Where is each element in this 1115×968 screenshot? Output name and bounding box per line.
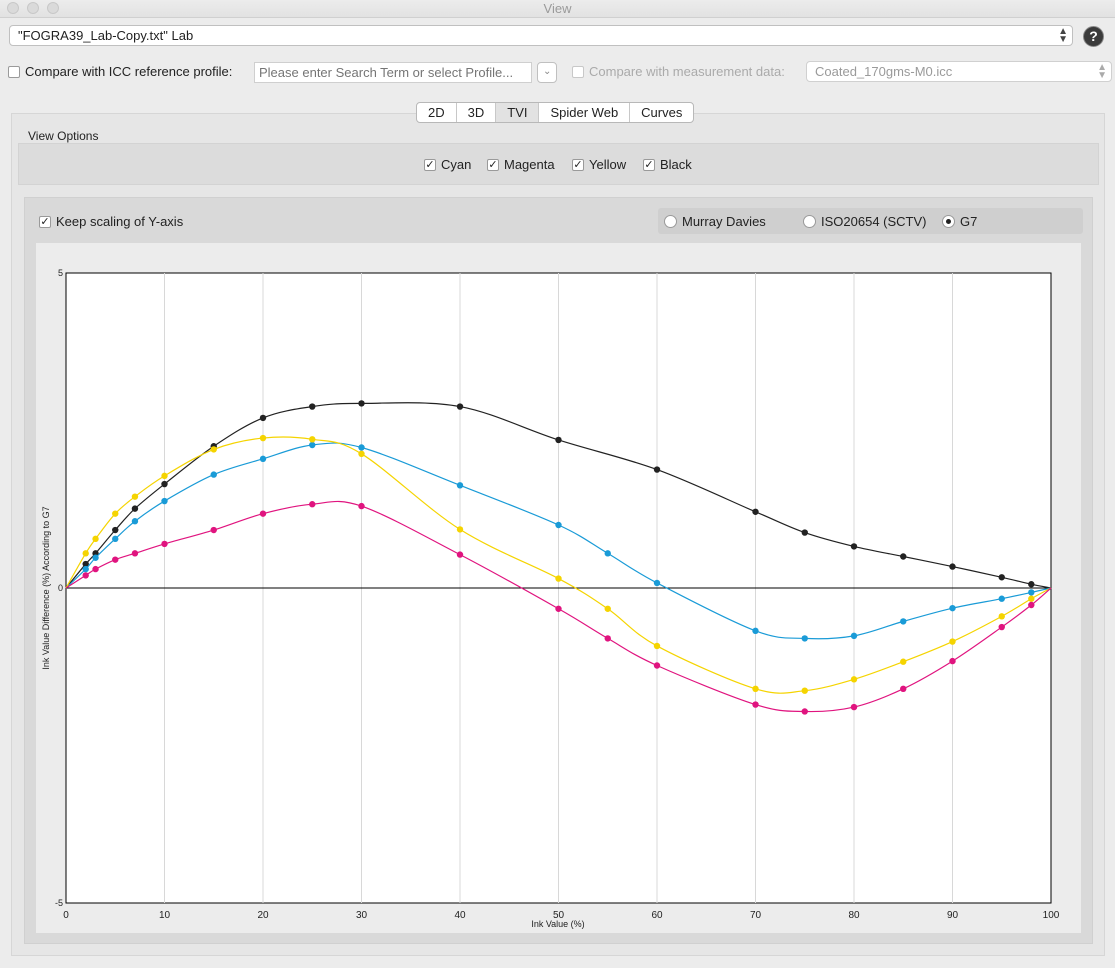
x-tick-label: 90	[947, 910, 959, 921]
black-point	[801, 529, 808, 536]
black-point	[555, 436, 562, 444]
cyan-point	[801, 635, 808, 642]
black-point	[949, 563, 956, 570]
cyan-point	[358, 444, 365, 451]
x-tick-label: 20	[257, 910, 269, 921]
yellow-point	[259, 434, 267, 442]
yellow-point	[850, 676, 858, 683]
yellow-point	[801, 687, 808, 694]
yellow-point	[1028, 595, 1035, 602]
cyan-point	[112, 535, 119, 543]
x-tick-label: 40	[454, 910, 466, 921]
x-tick-label: 30	[356, 910, 368, 921]
magenta-point	[900, 685, 907, 692]
yellow-point	[358, 450, 365, 458]
magenta-point	[92, 565, 99, 573]
magenta-point	[161, 540, 168, 548]
yellow-point	[112, 510, 119, 517]
cyan-point	[309, 441, 316, 449]
tvi-chart: 0 10 20 30 40 50 60 70 80 90 100 -505 Ink Value (%…	[41, 268, 1060, 929]
black-point	[456, 403, 464, 410]
magenta-point	[998, 623, 1005, 631]
yellow-point	[456, 526, 464, 533]
cyan-point	[210, 471, 217, 478]
x-tick-label: 10	[159, 910, 171, 921]
magenta-point	[1028, 601, 1035, 609]
black-point	[1028, 581, 1035, 588]
y-axis-label: Ink Value Difference (%) According to G7	[41, 506, 51, 669]
cyan-point	[949, 604, 956, 612]
magenta-point	[456, 551, 464, 558]
black-point	[358, 400, 365, 407]
cyan-point	[131, 518, 139, 525]
black-point	[752, 508, 759, 515]
cyan-point	[92, 554, 99, 561]
black-point	[850, 543, 858, 550]
black-point	[112, 526, 119, 534]
magenta-point	[82, 572, 89, 579]
cyan-point	[604, 550, 611, 557]
black-point	[900, 553, 907, 560]
x-tick-label: 0	[63, 910, 69, 921]
black-point	[653, 466, 661, 473]
yellow-point	[92, 535, 99, 543]
cyan-point	[998, 595, 1005, 602]
cyan-point	[653, 579, 661, 587]
black-point	[998, 574, 1005, 581]
black-point	[309, 403, 316, 410]
magenta-point	[358, 502, 365, 510]
yellow-point	[752, 685, 759, 692]
x-tick-label: 80	[848, 910, 860, 921]
magenta-point	[653, 662, 661, 669]
y-tick-label: 0	[58, 583, 63, 593]
magenta-point	[949, 657, 956, 665]
x-axis-label: Ink Value (%)	[531, 919, 584, 929]
cyan-point	[259, 455, 267, 463]
cyan-point	[555, 521, 562, 529]
yellow-point	[555, 575, 562, 582]
magenta-point	[752, 701, 759, 708]
cyan-point	[752, 627, 759, 635]
black-point	[259, 414, 267, 422]
cyan-point	[1028, 589, 1035, 596]
magenta-point	[131, 550, 139, 557]
yellow-point	[82, 550, 89, 557]
x-tick-label: 70	[750, 910, 762, 921]
y-tick-label: 5	[58, 268, 63, 278]
yellow-point	[131, 493, 139, 500]
magenta-point	[801, 708, 808, 715]
magenta-point	[850, 703, 858, 711]
magenta-point	[604, 635, 611, 642]
yellow-point	[653, 642, 661, 650]
x-tick-label: 60	[651, 910, 663, 921]
magenta-point	[555, 605, 562, 612]
yellow-point	[604, 605, 611, 612]
yellow-point	[309, 436, 316, 443]
cyan-point	[161, 497, 168, 505]
cyan-point	[82, 565, 89, 573]
x-tick-label: 100	[1043, 910, 1060, 921]
yellow-point	[161, 472, 168, 480]
magenta-point	[309, 501, 316, 508]
yellow-point	[210, 446, 217, 453]
magenta-point	[112, 556, 119, 563]
cyan-point	[456, 482, 464, 489]
yellow-point	[900, 658, 907, 665]
magenta-point	[210, 526, 217, 534]
cyan-point	[850, 632, 858, 640]
black-point	[161, 480, 168, 488]
yellow-point	[998, 613, 1005, 620]
yellow-point	[949, 638, 956, 645]
cyan-point	[900, 618, 907, 625]
y-tick-label: -5	[55, 898, 63, 908]
magenta-point	[259, 510, 267, 517]
black-point	[131, 505, 139, 512]
